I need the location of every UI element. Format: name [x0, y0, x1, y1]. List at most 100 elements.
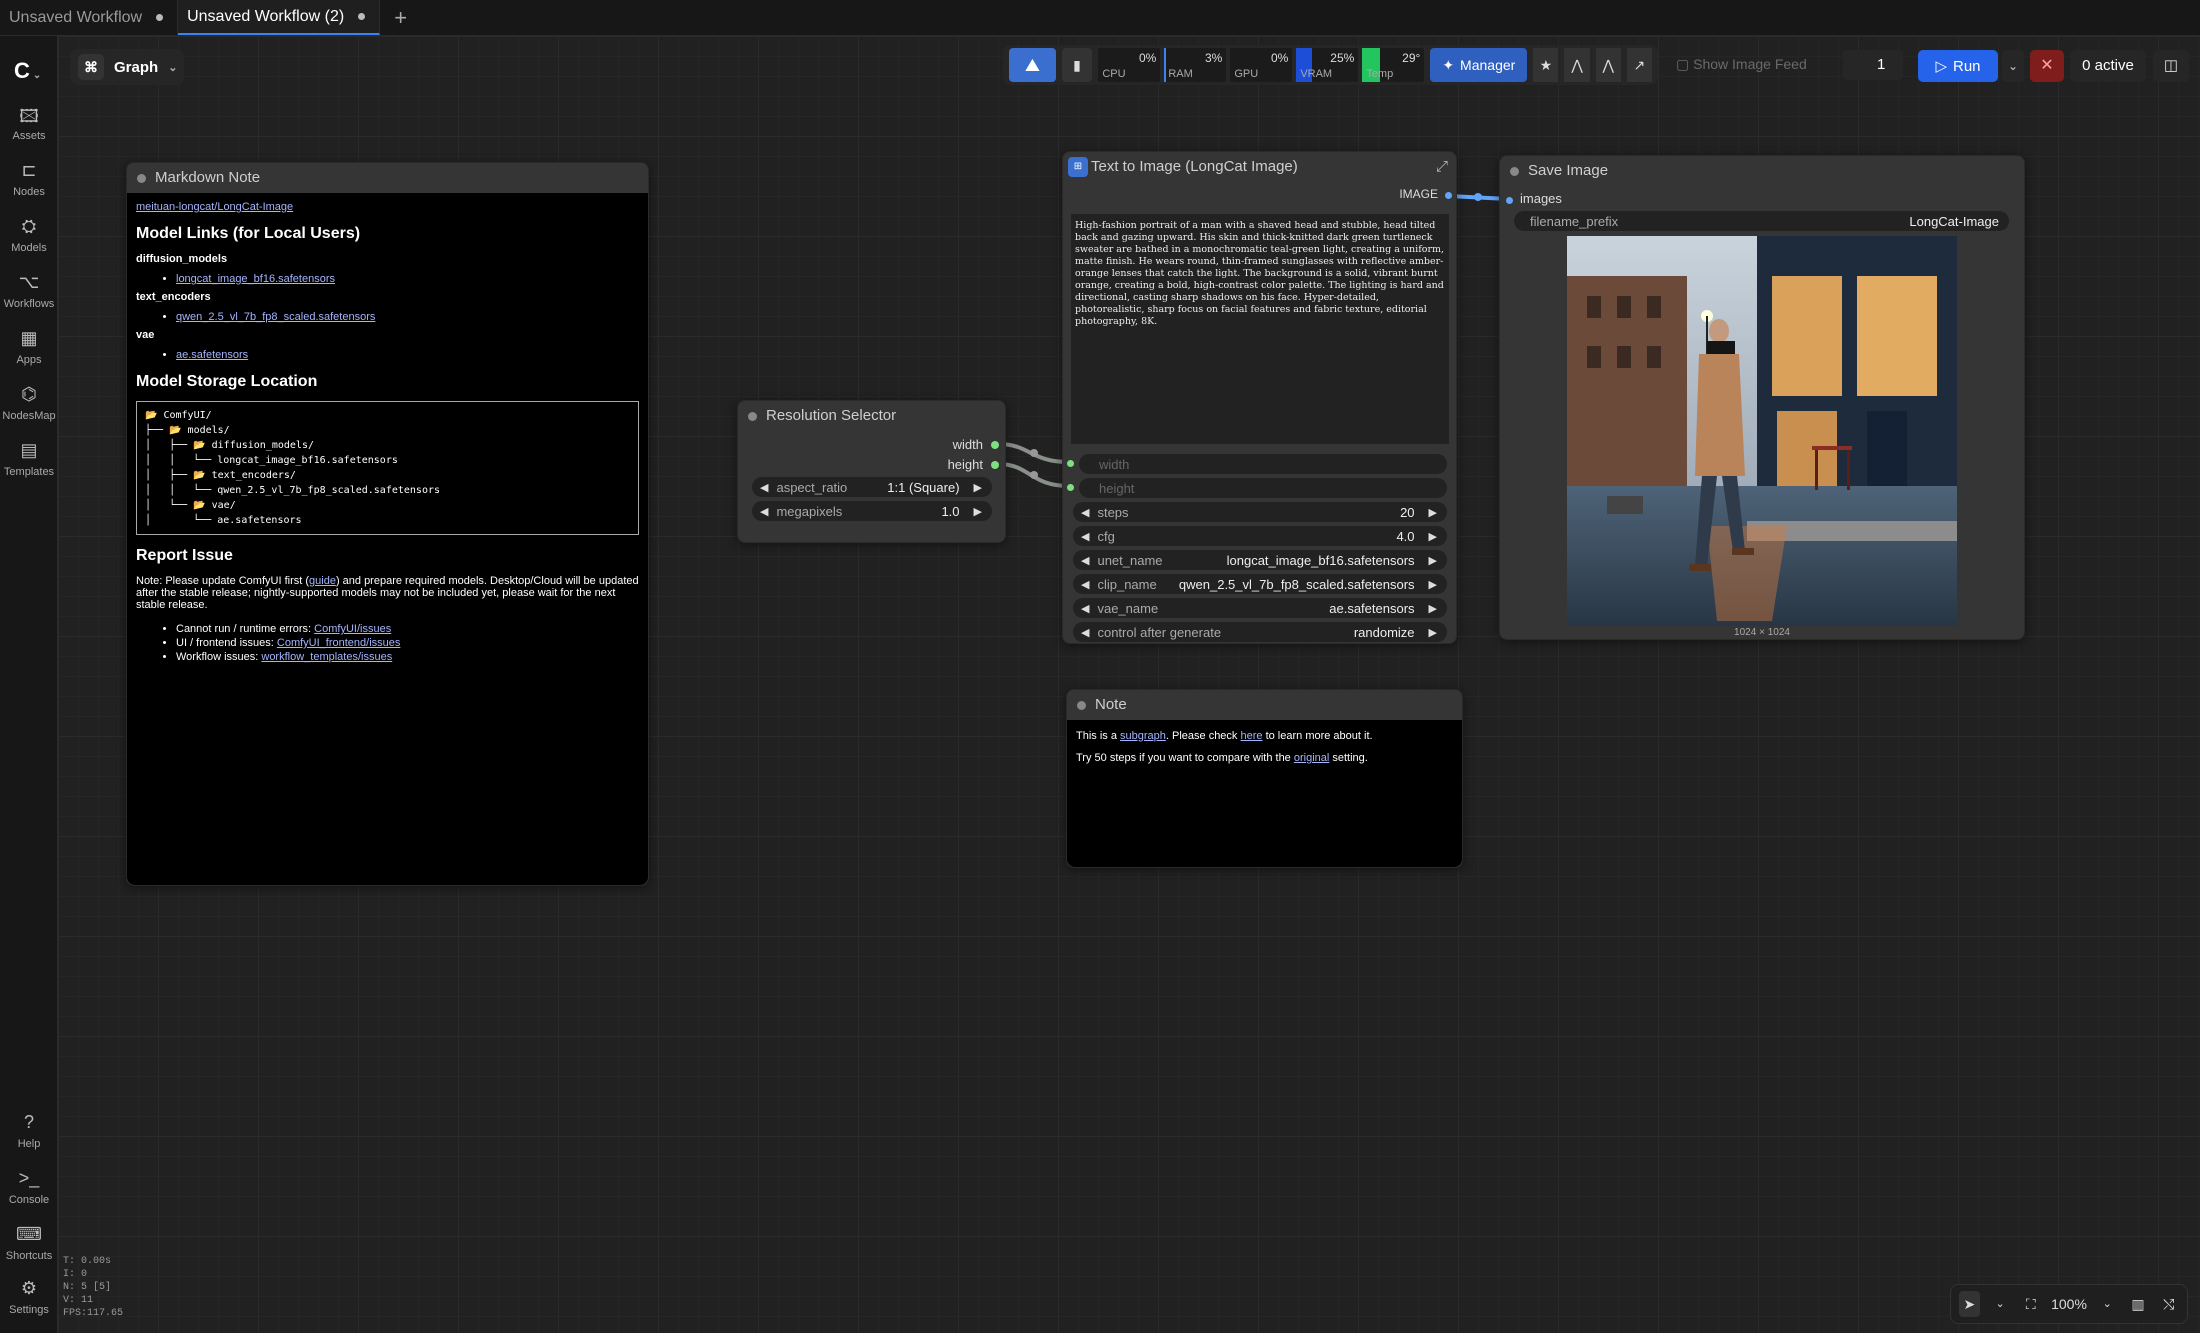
- arrow-right-icon[interactable]: ▶: [1429, 530, 1437, 543]
- cfg-widget[interactable]: ◀ cfg 4.0 ▶: [1073, 526, 1447, 546]
- new-tab-button[interactable]: +: [380, 0, 421, 35]
- clip_name-widget[interactable]: ◀ clip_name qwen_2.5_vl_7b_fp8_scaled.safe…: [1073, 574, 1447, 594]
- collapse-dot-icon[interactable]: [137, 174, 146, 183]
- arrow-left-icon[interactable]: ◀: [1081, 506, 1089, 519]
- generated-image-preview[interactable]: [1567, 236, 1957, 626]
- queue-count-input[interactable]: 1: [1843, 50, 1903, 80]
- node-title[interactable]: ⊞ Text to Image (LongCat Image) ⤢: [1063, 152, 1456, 182]
- sidebar-item-nodes[interactable]: ⊏ Nodes: [0, 160, 58, 198]
- show-image-feed-button[interactable]: ▢ Show Image Feed: [1676, 56, 1807, 73]
- text-to-image-node[interactable]: ⊞ Text to Image (LongCat Image) ⤢ IMAGE …: [1062, 151, 1457, 644]
- sidebar-item-apps[interactable]: ▦ Apps: [0, 328, 58, 366]
- bookmark-icon[interactable]: ▮: [1061, 48, 1093, 82]
- collapse-dot-icon[interactable]: [748, 412, 757, 421]
- text-encoder-link[interactable]: qwen_2.5_vl_7b_fp8_scaled.safetensors: [176, 311, 375, 323]
- guide-link[interactable]: guide: [309, 575, 336, 587]
- tab-unsaved-workflow-2[interactable]: Unsaved Workflow (2): [178, 0, 381, 35]
- arrow-left-icon[interactable]: ◀: [1081, 602, 1089, 615]
- node-title[interactable]: Save Image: [1500, 156, 2024, 186]
- sidebar-item-workflows[interactable]: ⌥ Workflows: [0, 272, 58, 310]
- vae-link[interactable]: ae.safetensors: [176, 349, 248, 361]
- original-link[interactable]: original: [1294, 752, 1329, 764]
- clear-queue-button[interactable]: ✕: [2030, 50, 2064, 82]
- arrow-left-icon[interactable]: ◀: [1081, 626, 1089, 639]
- arrow-left-icon[interactable]: ◀: [760, 505, 768, 518]
- here-link[interactable]: here: [1240, 730, 1262, 742]
- input-width-slot[interactable]: [1067, 460, 1074, 467]
- arrow-right-icon[interactable]: ▶: [1429, 506, 1437, 519]
- input-images-slot[interactable]: [1506, 197, 1513, 204]
- manager-button[interactable]: ✦ Manager: [1430, 48, 1528, 82]
- tab-unsaved-workflow[interactable]: Unsaved Workflow: [0, 0, 179, 35]
- arrow-left-icon[interactable]: ◀: [1081, 578, 1089, 591]
- chevron-down-icon[interactable]: ⌄: [1990, 1291, 2011, 1317]
- issue-link[interactable]: workflow_templates/issues: [261, 651, 392, 663]
- sidebar-item-help[interactable]: ? Help: [0, 1112, 58, 1150]
- sidebar-item-assets[interactable]: 🖾 Assets: [0, 104, 58, 142]
- graph-selector[interactable]: ⌘ Graph ⌄: [70, 49, 184, 85]
- select-tool-icon[interactable]: ➤: [1959, 1291, 1980, 1317]
- sidebar-item-shortcuts[interactable]: ⌨ Shortcuts: [0, 1224, 58, 1262]
- arrow-right-icon[interactable]: ▶: [1429, 626, 1437, 639]
- sidebar-item-console[interactable]: >_ Console: [0, 1168, 58, 1206]
- sidebar-item-models[interactable]: ⛭ Models: [0, 216, 58, 254]
- vae_name-widget[interactable]: ◀ vae_name ae.safetensors ▶: [1073, 598, 1447, 618]
- meter-label: GPU: [1234, 68, 1259, 80]
- markdown-note-node[interactable]: Markdown Note meituan-longcat/LongCat-Im…: [126, 162, 649, 886]
- subgraph-link[interactable]: subgraph: [1120, 730, 1166, 742]
- sidebar-item-templates[interactable]: ▤ Templates: [0, 440, 58, 478]
- issue-link[interactable]: ComfyUI/issues: [314, 623, 391, 635]
- arrow-right-icon[interactable]: ▶: [1429, 554, 1437, 567]
- hide-links-icon[interactable]: ⤭: [2158, 1291, 2179, 1317]
- output-image-slot[interactable]: [1445, 192, 1452, 199]
- input-height-slot[interactable]: [1067, 484, 1074, 491]
- sidebar-item-settings[interactable]: ⚙ Settings: [0, 1278, 58, 1316]
- model-b-icon[interactable]: ⋀: [1595, 48, 1621, 82]
- output-height-slot[interactable]: [991, 461, 999, 469]
- node-title[interactable]: Note: [1067, 690, 1462, 720]
- arrow-right-icon[interactable]: ▶: [974, 481, 982, 494]
- arrow-left-icon[interactable]: ◀: [1081, 554, 1089, 567]
- output-width-slot[interactable]: [991, 441, 999, 449]
- sidebar-item-nodesmap[interactable]: ⌬ NodesMap: [0, 384, 58, 422]
- unet_name-widget[interactable]: ◀ unet_name longcat_image_bf16.safetensors…: [1073, 550, 1447, 570]
- diffusion-model-link[interactable]: longcat_image_bf16.safetensors: [176, 273, 335, 285]
- save-image-node[interactable]: Save Image images filename_prefix LongCa…: [1499, 155, 2025, 640]
- node-title[interactable]: Markdown Note: [127, 163, 648, 193]
- repo-link[interactable]: meituan-longcat/LongCat-Image: [136, 201, 293, 213]
- arrow-right-icon[interactable]: ▶: [1429, 578, 1437, 591]
- megapixels-widget[interactable]: ◀ megapixels 1.0 ▶: [752, 501, 992, 521]
- node-title[interactable]: Resolution Selector: [738, 401, 1005, 431]
- control-after-generate-widget[interactable]: ◀ control after generate randomize ▶: [1073, 622, 1447, 642]
- height-input-widget[interactable]: height: [1079, 478, 1447, 498]
- arrow-right-icon[interactable]: ▶: [974, 505, 982, 518]
- expand-icon[interactable]: ⤢: [1436, 152, 1448, 182]
- arrow-left-icon[interactable]: ◀: [760, 481, 768, 494]
- subgraph-icon[interactable]: ⊞: [1068, 157, 1088, 177]
- model-a-icon[interactable]: ⋀: [1564, 48, 1590, 82]
- width-input-widget[interactable]: width: [1079, 454, 1447, 474]
- filename-prefix-widget[interactable]: filename_prefix LongCat-Image: [1514, 211, 2009, 231]
- fit-view-icon[interactable]: ⛶: [2020, 1291, 2041, 1317]
- arrow-right-icon[interactable]: ▶: [1429, 602, 1437, 615]
- comfy-logo-icon[interactable]: C ⌄: [14, 58, 41, 84]
- arrow-left-icon[interactable]: ◀: [1081, 530, 1089, 543]
- active-queue-button[interactable]: 0 active: [2070, 50, 2146, 82]
- collapse-dot-icon[interactable]: [1510, 167, 1519, 176]
- resolution-selector-node[interactable]: Resolution Selector width height ◀ aspec…: [737, 400, 1006, 543]
- run-button[interactable]: ▷ Run: [1918, 50, 1998, 82]
- crystools-logo-icon[interactable]: ⛰: [1009, 48, 1056, 82]
- aspect-ratio-widget[interactable]: ◀ aspect_ratio 1:1 (Square) ▶: [752, 477, 992, 497]
- steps-widget[interactable]: ◀ steps 20 ▶: [1073, 502, 1447, 522]
- run-mode-dropdown[interactable]: ⌄: [2002, 50, 2024, 82]
- prompt-textarea[interactable]: High-fashion portrait of a man with a sh…: [1071, 214, 1449, 444]
- issue-link[interactable]: ComfyUI_frontend/issues: [277, 637, 401, 649]
- note-node[interactable]: Note This is a subgraph. Please check he…: [1066, 689, 1463, 868]
- chevron-down-icon[interactable]: ⌄: [2097, 1291, 2118, 1317]
- toggle-panel-icon[interactable]: ◫: [2153, 50, 2189, 82]
- share-icon[interactable]: ↗: [1626, 48, 1652, 82]
- collapse-dot-icon[interactable]: [1077, 701, 1086, 710]
- minimap-icon[interactable]: ▥: [2128, 1291, 2149, 1317]
- zoom-level[interactable]: 100%: [2051, 1296, 2087, 1312]
- star-icon[interactable]: ★: [1533, 48, 1559, 82]
